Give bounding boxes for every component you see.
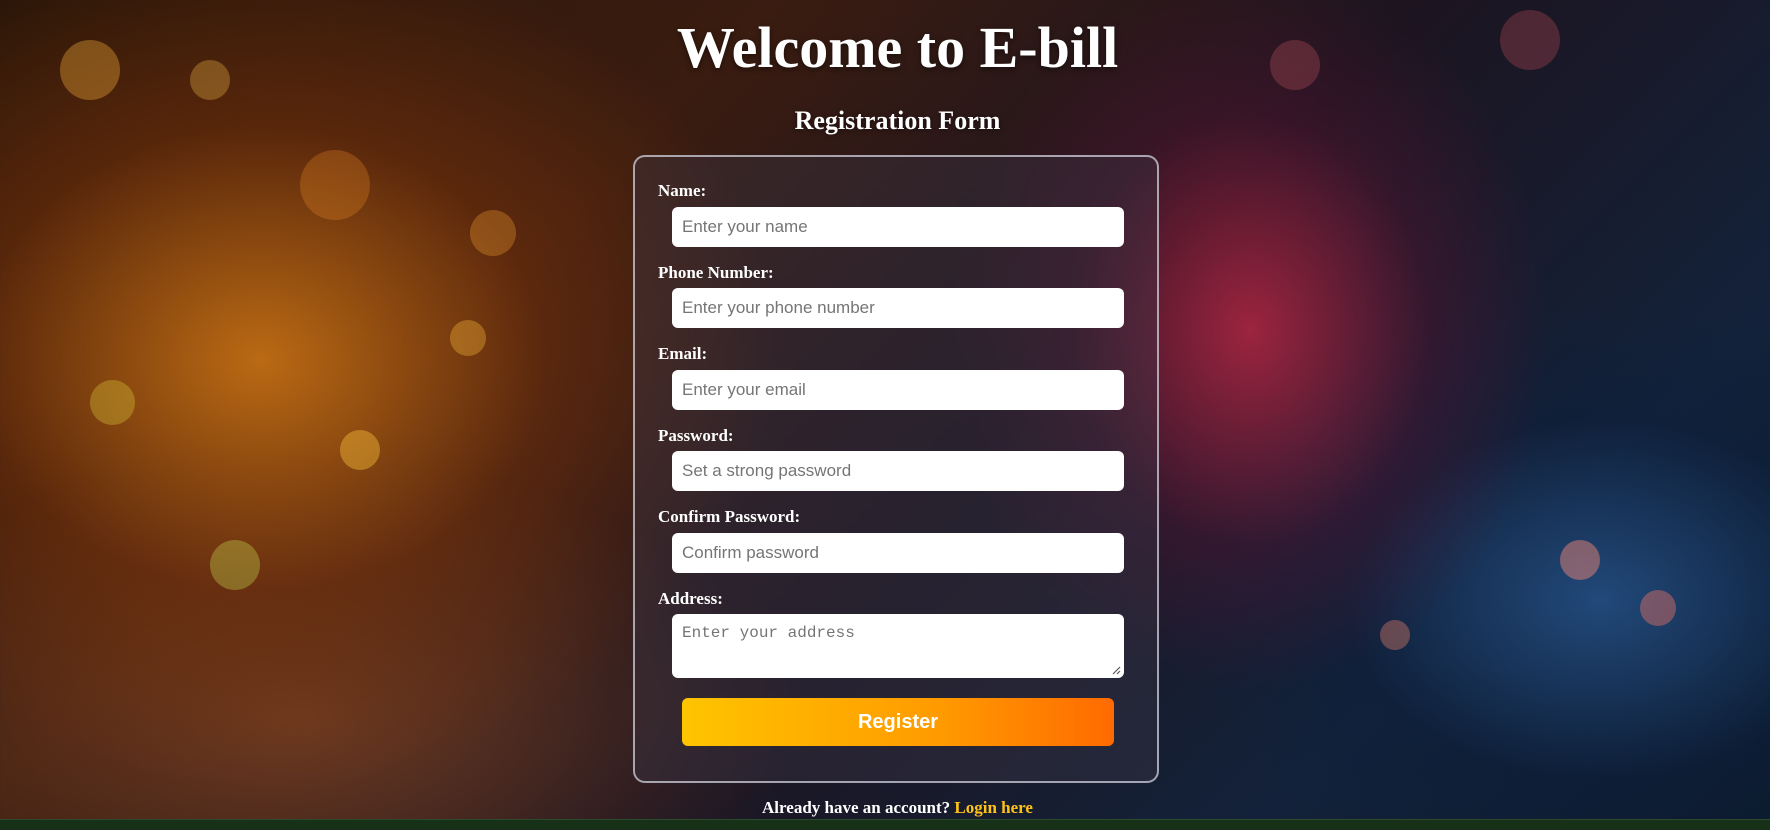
name-label: Name:	[658, 181, 707, 200]
login-prompt-text: Already have an account?	[762, 798, 951, 817]
login-link[interactable]: Login here	[954, 798, 1033, 817]
login-prompt: Already have an account? Login here	[0, 798, 1770, 818]
password-label: Password:	[658, 426, 734, 445]
confirm-password-input[interactable]	[672, 533, 1124, 573]
register-button[interactable]: Register	[682, 698, 1114, 746]
registration-form: Name: Phone Number: Email: Password: Con…	[633, 155, 1159, 783]
page-title: Welcome to E-bill	[676, 15, 1119, 80]
bottom-bar	[0, 819, 1770, 830]
resize-grip-icon[interactable]	[1111, 665, 1121, 675]
phone-label: Phone Number:	[658, 263, 774, 282]
name-input[interactable]	[672, 207, 1124, 247]
email-input[interactable]	[672, 370, 1124, 410]
form-title: Registration Form	[794, 106, 1001, 135]
address-label: Address:	[658, 589, 723, 608]
address-field-wrapper	[672, 614, 1124, 678]
password-input[interactable]	[672, 451, 1124, 491]
email-label: Email:	[658, 344, 708, 363]
address-textarea[interactable]	[672, 614, 1124, 678]
confirm-password-label: Confirm Password:	[658, 507, 801, 526]
phone-input[interactable]	[672, 288, 1124, 328]
